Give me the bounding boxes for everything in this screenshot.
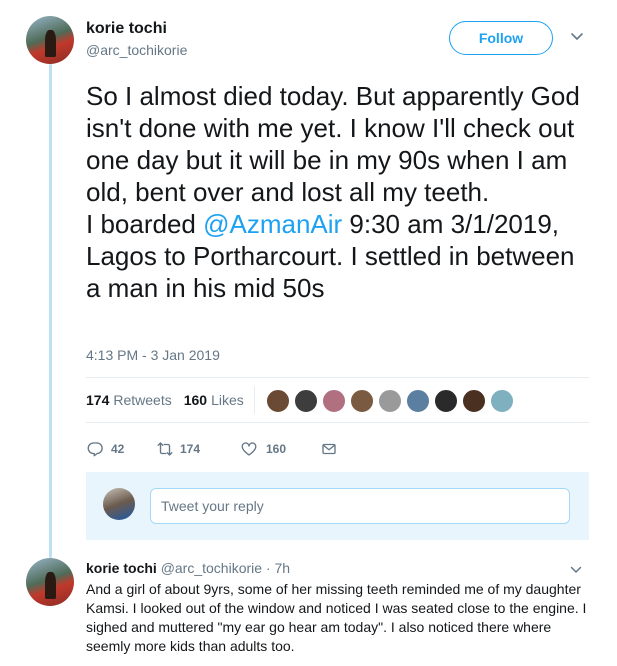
reply-avatar[interactable] <box>26 558 74 606</box>
reply-input[interactable]: Tweet your reply <box>150 488 570 524</box>
liker-avatar[interactable] <box>322 389 346 413</box>
tweet-actions: 42 174 160 <box>86 440 338 458</box>
retweets-count: 174 <box>86 392 110 408</box>
retweets-label: Retweets <box>113 392 172 408</box>
liker-avatar[interactable] <box>294 389 318 413</box>
liker-avatar[interactable] <box>350 389 374 413</box>
author-name[interactable]: korie tochi <box>86 20 167 38</box>
current-user-avatar <box>103 488 135 520</box>
follow-button[interactable]: Follow <box>449 21 553 55</box>
liker-avatar[interactable] <box>406 389 430 413</box>
like-count: 160 <box>266 442 287 456</box>
message-action[interactable] <box>320 440 338 458</box>
envelope-icon <box>322 443 336 455</box>
divider <box>254 386 255 414</box>
reply-count: 42 <box>111 442 125 456</box>
tweet-text: So I almost died today. But apparently G… <box>86 80 596 304</box>
liker-avatar[interactable] <box>434 389 458 413</box>
likers-avatars <box>266 389 518 413</box>
heart-icon <box>241 442 257 456</box>
divider <box>86 422 589 423</box>
liker-avatar[interactable] <box>462 389 486 413</box>
reply-author-name[interactable]: korie tochi <box>86 560 157 576</box>
reply-action[interactable]: 42 <box>86 440 156 458</box>
thread-line <box>49 64 52 558</box>
avatar[interactable] <box>26 16 74 64</box>
chevron-down-icon[interactable] <box>570 32 584 42</box>
stats-row: 174 Retweets 160 Likes <box>86 392 256 408</box>
retweets-stat[interactable]: 174 Retweets <box>86 392 172 408</box>
mention-link[interactable]: @AzmanAir <box>203 209 342 239</box>
reply-icon <box>87 442 103 457</box>
tweet-timestamp[interactable]: 4:13 PM - 3 Jan 2019 <box>86 347 220 363</box>
likes-label: Likes <box>211 392 244 408</box>
author-handle[interactable]: @arc_tochikorie <box>86 42 187 58</box>
like-action[interactable]: 160 <box>240 440 320 458</box>
liker-avatar[interactable] <box>378 389 402 413</box>
chevron-down-icon[interactable] <box>570 566 582 574</box>
tweet-text-part1: So I almost died today. But apparently G… <box>86 81 580 207</box>
likes-stat[interactable]: 160 Likes <box>184 392 244 408</box>
liker-avatar[interactable] <box>266 389 290 413</box>
likes-count: 160 <box>183 392 208 408</box>
tweet-text-prefix: I boarded <box>86 209 204 239</box>
liker-avatar[interactable] <box>490 389 514 413</box>
divider <box>86 377 589 378</box>
reply-meta[interactable]: @arc_tochikorie · 7h <box>161 560 290 576</box>
reply-text: And a girl of about 9yrs, some of her mi… <box>86 581 587 654</box>
retweet-icon <box>157 442 173 456</box>
reply-header: korie tochi @arc_tochikorie · 7h <box>86 560 290 576</box>
retweet-action[interactable]: 174 <box>156 440 240 458</box>
retweet-count: 174 <box>180 442 201 456</box>
